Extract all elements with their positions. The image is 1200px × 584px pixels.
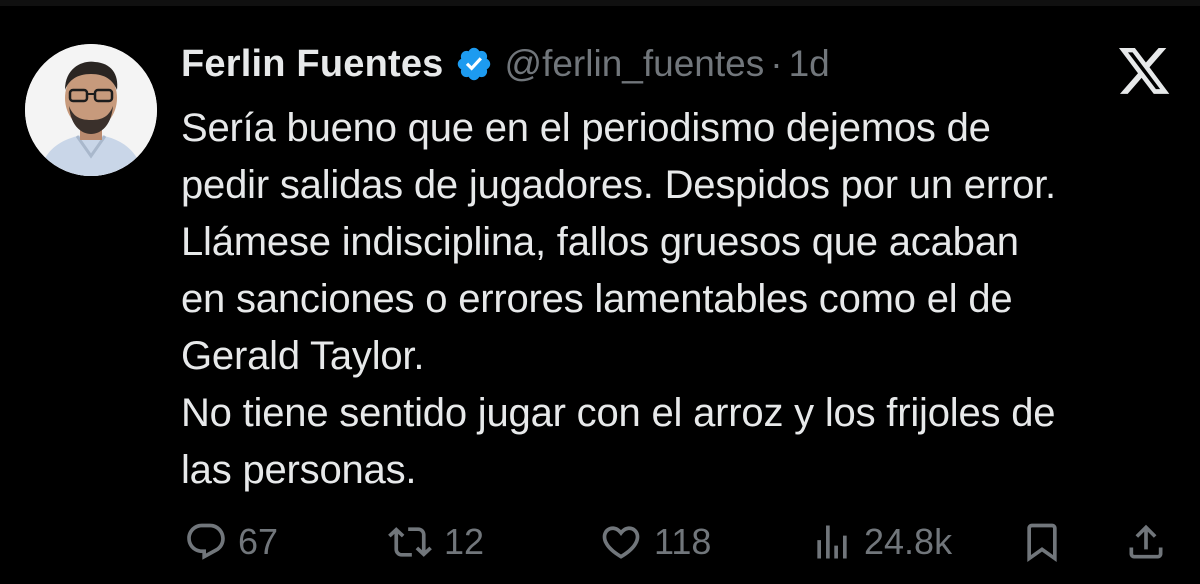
- separator-dot: ·: [770, 43, 783, 84]
- reply-icon: [184, 520, 228, 564]
- action-bar: 67 12 118 24.8k: [0, 514, 1200, 570]
- like-button[interactable]: 118: [598, 514, 711, 570]
- x-logo-icon[interactable]: [1118, 48, 1172, 96]
- verified-badge-icon: [455, 45, 493, 83]
- heart-icon: [598, 520, 644, 564]
- reply-count: 67: [238, 521, 279, 562]
- tweet-header: Ferlin Fuentes @ferlin_fuentes · 1d: [181, 40, 830, 88]
- author-handle[interactable]: @ferlin_fuentes: [505, 43, 765, 85]
- top-border: [0, 0, 1200, 6]
- avatar[interactable]: [25, 44, 157, 176]
- reply-button[interactable]: 67: [184, 514, 278, 570]
- like-count: 118: [654, 521, 712, 562]
- views-button[interactable]: 24.8k: [810, 514, 952, 570]
- bookmark-icon: [1020, 520, 1064, 564]
- retweet-icon: [386, 520, 434, 564]
- retweet-count: 12: [444, 521, 485, 562]
- profile-photo: [25, 44, 157, 176]
- author-display-name[interactable]: Ferlin Fuentes: [181, 43, 444, 86]
- retweet-button[interactable]: 12: [386, 514, 484, 570]
- views-count: 24.8k: [864, 521, 953, 562]
- bookmark-button[interactable]: [1020, 514, 1064, 570]
- tweet-timestamp[interactable]: 1d: [789, 43, 830, 85]
- share-button[interactable]: [1124, 514, 1168, 570]
- share-icon: [1124, 520, 1168, 564]
- views-icon: [810, 520, 854, 564]
- tweet-text: Sería bueno que en el periodismo dejemos…: [181, 106, 1056, 492]
